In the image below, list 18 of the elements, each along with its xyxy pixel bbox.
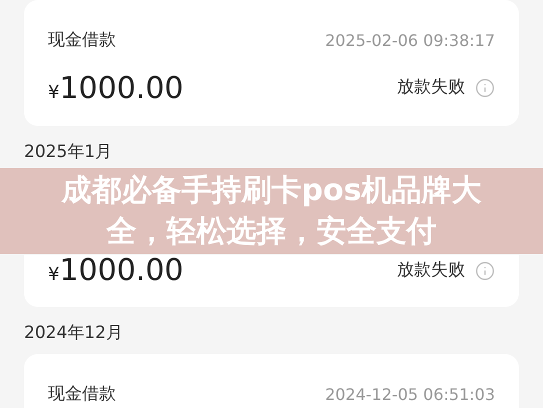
- loan-type: 现金借款: [48, 383, 116, 406]
- loan-status: 放款失败: [397, 76, 465, 100]
- loan-amount: 1000.00: [59, 252, 184, 290]
- info-icon[interactable]: [475, 260, 495, 280]
- month-heading: 2024年12月: [24, 322, 123, 342]
- record-card[interactable]: 现金借款 2024-12-05 06:51:03: [24, 354, 519, 408]
- timestamp: 2025-02-06 09:38:17: [325, 30, 495, 52]
- loan-status: 放款失败: [397, 258, 465, 282]
- month-heading: 2025年1月: [24, 142, 112, 162]
- headline: 成都必备手持刷卡pos机品牌大全，轻松选择，安全支付: [62, 172, 482, 251]
- record-card[interactable]: ¥1000.00 放款失败: [24, 254, 519, 306]
- currency-sign: ¥: [48, 80, 60, 104]
- currency-sign: ¥: [48, 263, 60, 287]
- timestamp: 2024-12-05 06:51:03: [325, 384, 495, 406]
- record-card[interactable]: 现金借款 2025-02-06 09:38:17 ¥1000.00 放款失败: [24, 0, 519, 126]
- loan-type: 现金借款: [48, 29, 116, 52]
- loan-amount: 1000.00: [59, 70, 184, 108]
- info-icon[interactable]: [475, 78, 495, 98]
